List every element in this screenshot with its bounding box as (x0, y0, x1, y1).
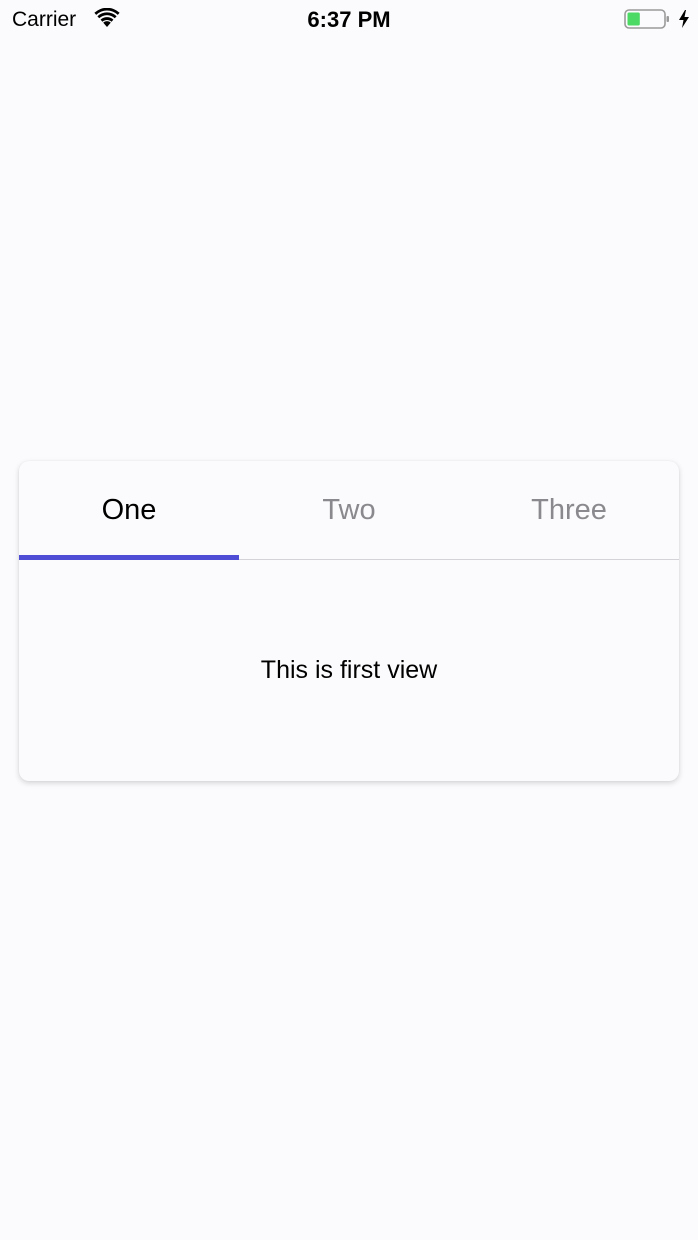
status-bar: Carrier 6:37 PM (0, 0, 698, 40)
tab-one-label: One (101, 493, 157, 526)
tab-bar: One Two Three (19, 461, 679, 560)
tab-three-label: Three (531, 493, 607, 526)
tab-three[interactable]: Three (459, 461, 679, 559)
tab-one[interactable]: One (19, 461, 239, 559)
tab-two-label: Two (322, 493, 376, 526)
tab-two[interactable]: Two (239, 461, 459, 559)
tab-card: One Two Three This is first view (19, 461, 679, 781)
tab-content: This is first view (19, 560, 679, 781)
content-text: This is first view (260, 656, 438, 684)
battery-icon (624, 9, 669, 29)
status-time: 6:37 PM (307, 7, 391, 32)
charging-bolt-icon (679, 10, 689, 28)
